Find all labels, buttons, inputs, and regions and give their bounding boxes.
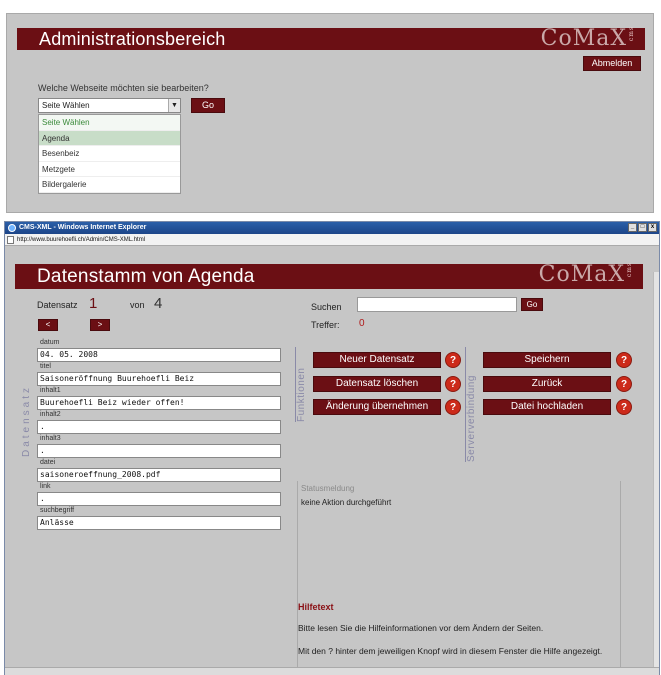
window-controls: _ □ x — [628, 223, 657, 232]
field-inhalt1[interactable]: Buurehoefli Beiz wieder offen! — [37, 396, 281, 410]
functions-section-label: Funktionen — [295, 347, 307, 422]
prev-record-button[interactable]: < — [38, 319, 58, 331]
field-label-titel: titel — [40, 363, 51, 370]
help-icon[interactable]: ? — [616, 376, 632, 392]
browser-icon — [8, 224, 16, 232]
help-icon[interactable]: ? — [616, 352, 632, 368]
browser-window: CMS-XML - Windows Internet Explorer _ □ … — [4, 221, 660, 675]
page-content: Datenstamm von Agenda CoMaXcms Datensatz… — [5, 247, 659, 675]
next-record-button[interactable]: > — [90, 319, 110, 331]
field-label-datum: datum — [40, 339, 60, 346]
field-suchbegriff[interactable]: Anlässe — [37, 516, 281, 530]
field-label-suchbegriff: suchbegriff — [40, 507, 75, 514]
field-label-link: link — [40, 483, 51, 490]
field-datum[interactable]: 04. 05. 2008 — [37, 348, 281, 362]
upload-file-button[interactable]: Datei hochladen — [483, 399, 611, 415]
page-icon — [7, 236, 14, 244]
logo-text: CoMaX — [538, 262, 625, 287]
address-bar[interactable]: http://www.buurehoefli.ch/Admin/CMS-XML.… — [5, 234, 659, 246]
status-text: keine Aktion durchgeführt — [301, 498, 392, 507]
dropdown-option[interactable]: Agenda — [39, 130, 180, 147]
field-label-inhalt1: inhalt1 — [40, 387, 61, 394]
window-title: CMS-XML - Windows Internet Explorer — [19, 224, 147, 231]
record-header-banner: Datenstamm von Agenda CoMaXcms — [15, 262, 643, 289]
logout-button[interactable]: Abmelden — [583, 56, 641, 71]
dropdown-option[interactable]: Bildergalerie — [39, 177, 180, 193]
page-title: Administrationsbereich — [39, 29, 226, 49]
window-titlebar: CMS-XML - Windows Internet Explorer _ □ … — [5, 222, 659, 234]
site-question-label: Welche Webseite möchten sie bearbeiten? — [38, 83, 209, 93]
field-inhalt2[interactable]: . — [37, 420, 281, 434]
logo-tm: cms — [626, 262, 633, 278]
search-go-button[interactable]: Go — [521, 298, 543, 311]
status-title: Statusmeldung — [301, 484, 355, 493]
back-button[interactable]: Zurück — [483, 376, 611, 392]
comax-logo: CoMaXcms — [539, 262, 633, 287]
field-datei[interactable]: saisoneroeffnung_2008.pdf — [37, 468, 281, 482]
record-total: 4 — [154, 295, 163, 312]
field-titel[interactable]: Saisoneröffnung Buurehoefli Beiz — [37, 372, 281, 386]
datensatz-side-label: Datensatz — [21, 384, 32, 457]
close-icon[interactable]: x — [648, 223, 657, 232]
admin-panel: Administrationsbereich CoMaXcms Abmelden… — [6, 13, 654, 213]
von-label: von — [130, 300, 145, 310]
search-input[interactable] — [357, 297, 517, 312]
record-label: Datensatz — [37, 300, 78, 310]
site-dropdown-list: Seite Wählen Agenda Besenbeiz Metzgete B… — [38, 114, 181, 194]
field-inhalt3[interactable]: . — [37, 444, 281, 458]
logo-tm: cms — [628, 26, 635, 42]
record-number: 1 — [89, 295, 98, 312]
site-select[interactable]: Seite Wählen ▼ — [38, 98, 181, 113]
status-help-panel — [297, 481, 621, 671]
help-text: Mit den ? hinter dem jeweiligen Knopf wi… — [298, 646, 603, 656]
record-title: Datenstamm von Agenda — [37, 266, 255, 287]
chevron-down-icon[interactable]: ▼ — [168, 99, 180, 112]
field-link[interactable]: . — [37, 492, 281, 506]
server-section-label: Serververbindung — [465, 347, 477, 462]
search-label: Suchen — [311, 302, 342, 312]
hits-label: Treffer: — [311, 320, 340, 330]
maximize-icon[interactable]: □ — [638, 223, 647, 232]
scrollbar[interactable] — [653, 272, 659, 675]
help-icon[interactable]: ? — [616, 399, 632, 415]
address-url: http://www.buurehoefli.ch/Admin/CMS-XML.… — [17, 237, 146, 243]
field-label-inhalt2: inhalt2 — [40, 411, 61, 418]
comax-logo: CoMaXcms — [541, 26, 635, 51]
dropdown-option[interactable]: Metzgete — [39, 162, 180, 178]
help-text: Bitte lesen Sie die Hilfeinformationen v… — [298, 623, 544, 633]
hits-count: 0 — [359, 318, 365, 329]
save-button[interactable]: Speichern — [483, 352, 611, 368]
logo-text: CoMaX — [540, 26, 627, 51]
site-select-value: Seite Wählen — [42, 101, 90, 110]
help-icon[interactable]: ? — [445, 352, 461, 368]
new-record-button[interactable]: Neuer Datensatz — [313, 352, 441, 368]
help-icon[interactable]: ? — [445, 399, 461, 415]
dropdown-option[interactable]: Seite Wählen — [39, 115, 180, 131]
dropdown-option[interactable]: Besenbeiz — [39, 146, 180, 162]
admin-header-banner: Administrationsbereich CoMaXcms — [17, 26, 645, 51]
go-button[interactable]: Go — [191, 98, 225, 113]
apply-change-button[interactable]: Änderung übernehmen — [313, 399, 441, 415]
delete-record-button[interactable]: Datensatz löschen — [313, 376, 441, 392]
field-label-datei: datei — [40, 459, 56, 466]
minimize-icon[interactable]: _ — [628, 223, 637, 232]
browser-status-bar — [5, 667, 659, 675]
help-title: Hilfetext — [298, 602, 334, 612]
field-label-inhalt3: inhalt3 — [40, 435, 61, 442]
help-icon[interactable]: ? — [445, 376, 461, 392]
